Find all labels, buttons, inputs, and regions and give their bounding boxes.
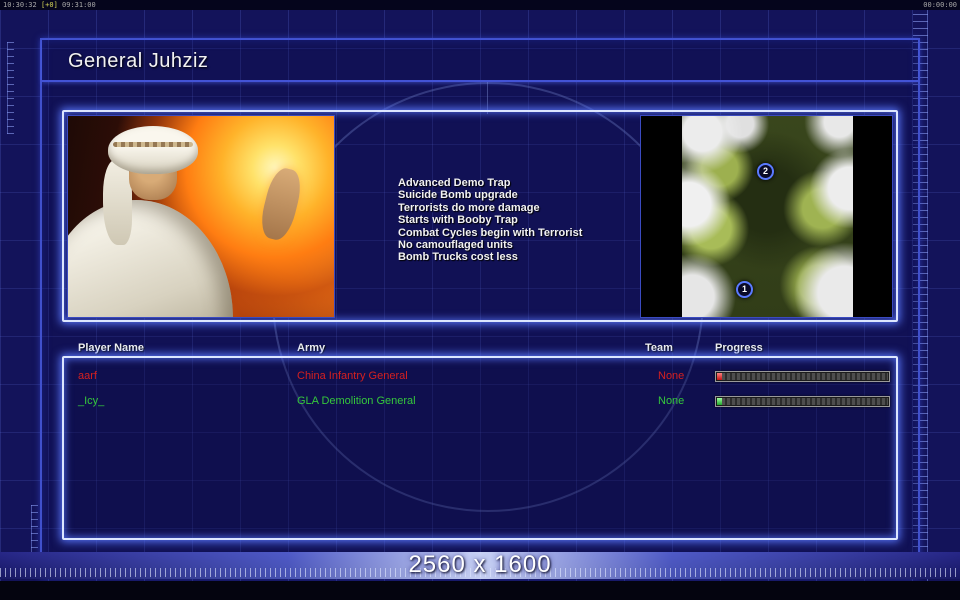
general-portrait bbox=[67, 115, 335, 318]
map-terrain-image: 2 1 bbox=[682, 116, 853, 317]
spawn-marker-1: 1 bbox=[736, 281, 753, 298]
ability-line: Bomb Trucks cost less bbox=[398, 251, 518, 264]
ability-line: Combat Cycles begin with Terrorist bbox=[398, 226, 583, 239]
player-progress-bar bbox=[715, 371, 890, 382]
player-progress-bar bbox=[715, 396, 890, 407]
ability-line: Starts with Booby Trap bbox=[398, 214, 518, 227]
player-team: None bbox=[658, 395, 685, 407]
top-left-times: 10:30:32 [+0] 09:31:00 bbox=[3, 0, 96, 10]
ability-line: No camouflaged units bbox=[398, 239, 513, 252]
player-row: aarf China Infantry General None bbox=[64, 366, 896, 388]
column-header-player-name: Player Name bbox=[78, 342, 145, 354]
ability-line: Terrorists do more damage bbox=[398, 201, 540, 214]
player-team: None bbox=[658, 370, 685, 382]
player-name: aarf bbox=[78, 370, 97, 382]
player-name: _Icy_ bbox=[78, 395, 105, 407]
ability-line: Suicide Bomb upgrade bbox=[398, 189, 518, 202]
player-list-panel: aarf China Infantry General None _Icy_ G… bbox=[62, 356, 898, 540]
player-army: GLA Demolition General bbox=[297, 395, 416, 407]
left-ruler-top bbox=[7, 42, 14, 134]
player-army: China Infantry General bbox=[297, 370, 408, 382]
map-preview: 2 1 bbox=[640, 115, 893, 318]
top-status-bar: 10:30:32 [+0] 09:31:00 00:00:00 bbox=[0, 0, 960, 10]
progress-bar-fill bbox=[717, 398, 722, 405]
column-header-army: Army bbox=[297, 342, 326, 354]
ability-line: Advanced Demo Trap bbox=[398, 177, 511, 189]
column-header-progress: Progress bbox=[715, 342, 763, 354]
portrait-robe bbox=[68, 200, 233, 317]
session-time: 10:30:32 bbox=[3, 1, 37, 9]
portrait-raised-arm bbox=[256, 165, 306, 244]
portrait-headdress bbox=[107, 126, 199, 175]
progress-bar-segments bbox=[717, 398, 888, 405]
left-ruler-bottom bbox=[31, 505, 38, 555]
portrait-headdress-drape bbox=[102, 160, 132, 245]
player-row: _Icy_ GLA Demolition General None bbox=[64, 391, 896, 413]
progress-bar-fill bbox=[717, 373, 722, 380]
spawn-marker-2: 2 bbox=[757, 163, 774, 180]
resolution-label: 2560 x 1600 bbox=[408, 551, 552, 578]
general-title: General Juhziz bbox=[68, 50, 209, 72]
loading-screen: 10:30:32 [+0] 09:31:00 00:00:00 General … bbox=[0, 0, 960, 600]
elapsed-timer: 00:00:00 bbox=[923, 1, 957, 9]
secondary-time: 09:31:00 bbox=[62, 1, 96, 9]
column-header-team: Team bbox=[645, 342, 673, 354]
bottom-black-strip bbox=[0, 581, 960, 600]
title-bar: General Juhziz bbox=[42, 40, 918, 82]
time-offset-marker: [+0] bbox=[40, 1, 58, 9]
progress-bar-segments bbox=[717, 373, 888, 380]
general-abilities-list: Advanced Demo Trap Suicide Bomb upgrade … bbox=[398, 177, 633, 264]
portrait-headband bbox=[113, 142, 194, 148]
